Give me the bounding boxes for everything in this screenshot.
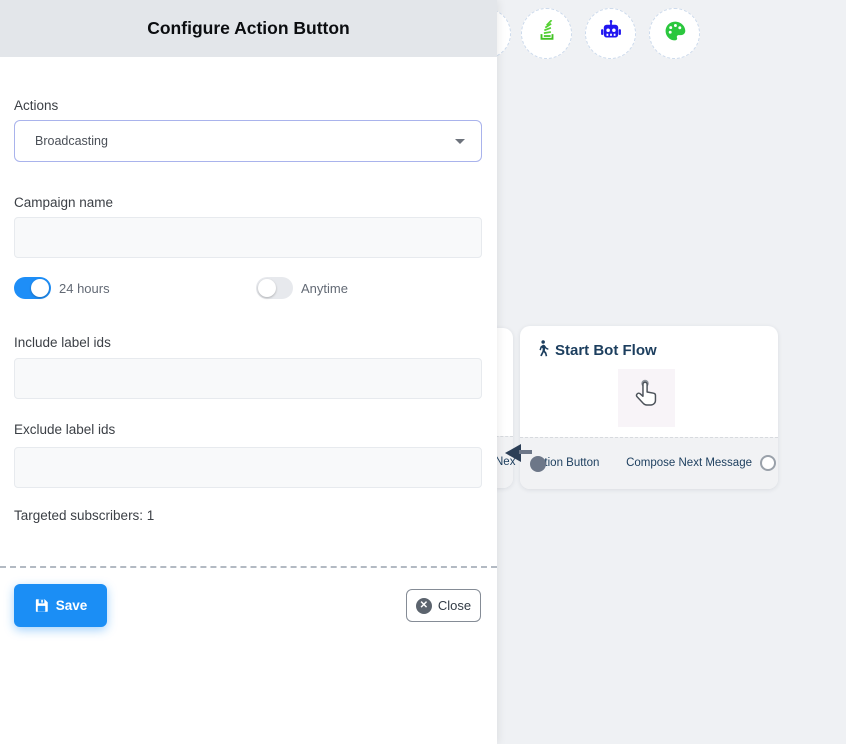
include-label-ids-label: Include label ids (14, 335, 111, 350)
include-label-ids-input[interactable] (14, 358, 482, 399)
toolbar-button-partial[interactable] (497, 8, 511, 59)
tap-cursor-icon (631, 376, 662, 420)
edge-line (519, 450, 532, 454)
targeted-subscribers-text: Targeted subscribers: 1 (14, 508, 154, 523)
toggle-anytime[interactable] (256, 277, 293, 299)
actions-select[interactable]: Broadcasting (14, 120, 482, 162)
toggle-24-hours-label: 24 hours (59, 281, 110, 296)
exclude-label-ids-input[interactable] (14, 447, 482, 488)
walking-person-icon (536, 340, 549, 361)
tap-target-area[interactable] (618, 369, 675, 427)
circle-x-icon: ✕ (416, 598, 432, 614)
connector-node-filled[interactable] (530, 456, 546, 472)
flow-canvas[interactable]: Nex Start Bot Flow (497, 0, 846, 744)
campaign-name-input[interactable] (14, 217, 482, 258)
toggle-knob (258, 279, 276, 297)
flow-card-hidden[interactable]: Nex (497, 328, 513, 488)
connector-label-compose-next: Compose Next Message (626, 457, 752, 469)
footer-divider (0, 566, 497, 568)
toolbar-button-stack[interactable] (521, 8, 572, 59)
configure-action-panel: Configure Action Button Actions Broadcas… (0, 0, 497, 744)
palette-icon (663, 19, 687, 48)
card-footer: Action Button Compose Next Message (520, 437, 778, 489)
card-title-row: Start Bot Flow (536, 340, 657, 361)
toolbar-button-bot[interactable] (585, 8, 636, 59)
robot-icon (599, 19, 623, 48)
floppy-disk-icon (34, 598, 49, 613)
stack-icon (536, 20, 558, 47)
close-button[interactable]: ✕ Close (406, 589, 481, 622)
close-button-label: Close (438, 598, 471, 613)
actions-select-value: Broadcasting (35, 134, 455, 148)
toggle-anytime-label: Anytime (301, 281, 348, 296)
save-button[interactable]: Save (14, 584, 107, 627)
exclude-label-ids-label: Exclude label ids (14, 422, 115, 437)
actions-label: Actions (14, 98, 58, 113)
panel-title: Configure Action Button (147, 18, 350, 39)
campaign-name-label: Campaign name (14, 195, 113, 210)
start-bot-flow-card[interactable]: Start Bot Flow Action Button Compose Nex… (520, 326, 778, 489)
toggle-knob (31, 279, 49, 297)
toolbar-button-theme[interactable] (649, 8, 700, 59)
chevron-down-icon (455, 139, 465, 144)
app-root: Nex Start Bot Flow (0, 0, 846, 744)
toggle-24-hours[interactable] (14, 277, 51, 299)
panel-header: Configure Action Button (0, 0, 497, 57)
connector-node-empty[interactable] (760, 455, 776, 471)
save-button-label: Save (56, 598, 88, 613)
card-title: Start Bot Flow (555, 342, 657, 359)
